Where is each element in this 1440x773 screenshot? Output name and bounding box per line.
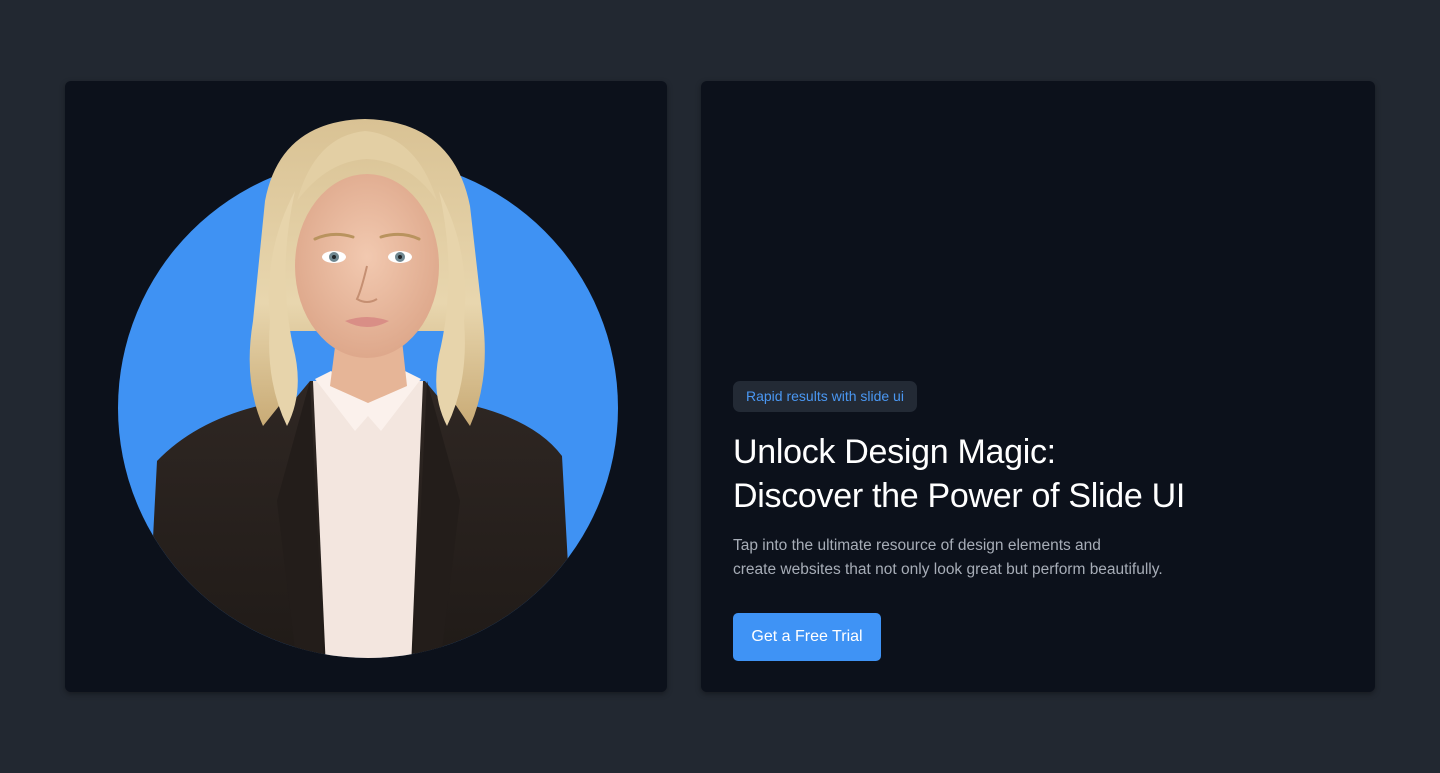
- headline-line-2: Discover the Power of Slide UI: [733, 477, 1186, 515]
- hero-headline: Unlock Design Magic: Discover the Power …: [733, 430, 1333, 518]
- headline-line-1: Unlock Design Magic:: [733, 433, 1056, 471]
- portrait-image: [118, 119, 618, 658]
- description-line-2: create websites that not only look great…: [733, 560, 1163, 578]
- description-line-1: Tap into the ultimate resource of design…: [733, 537, 1101, 554]
- image-card: [65, 81, 667, 692]
- tagline-badge: Rapid results with slide ui: [733, 381, 917, 412]
- hero-description: Tap into the ultimate resource of design…: [733, 534, 1293, 581]
- free-trial-button[interactable]: Get a Free Trial: [733, 613, 881, 661]
- content-card: Rapid results with slide ui Unlock Desig…: [701, 81, 1375, 692]
